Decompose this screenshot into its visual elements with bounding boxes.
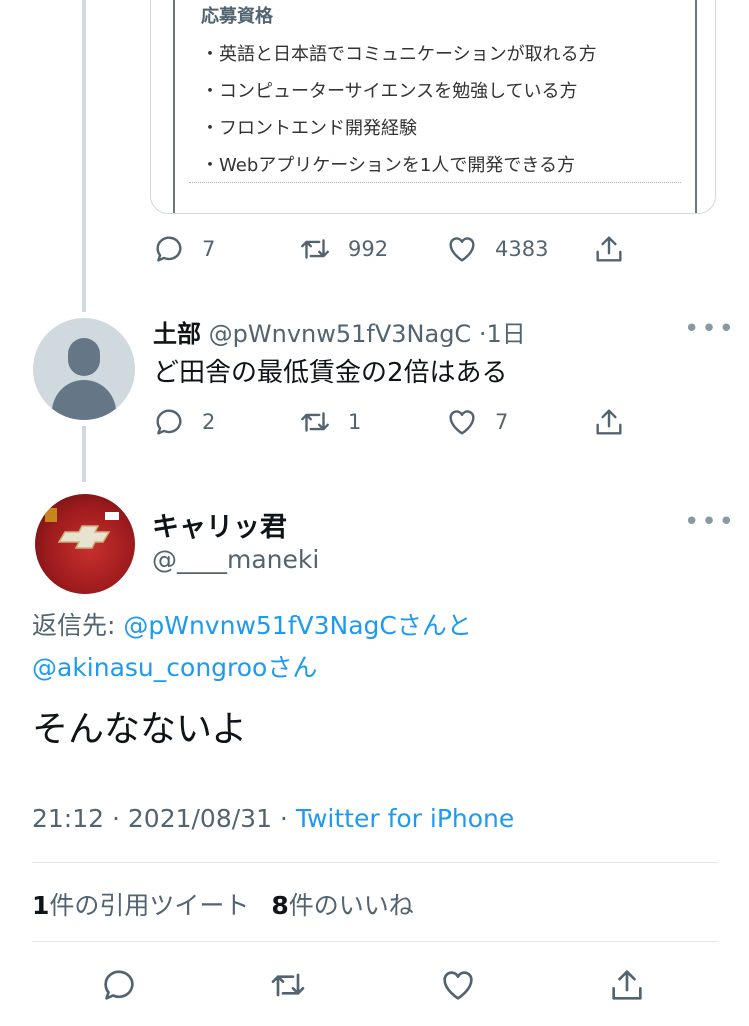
card-heading: 応募資格 (201, 6, 273, 27)
timestamp[interactable]: 21:12 · 2021/08/31 · (32, 804, 296, 833)
like-button[interactable]: 4383 (445, 232, 548, 266)
like-button[interactable] (438, 965, 478, 1009)
tweet-text: そんなないよ (32, 709, 248, 750)
retweet-button[interactable]: 1 (298, 405, 361, 439)
card-line: ・コンピューターサイエンスを勉強している方 (201, 81, 578, 102)
replying-to: 返信先: @pWnvnw51fV3NagCさんと (32, 606, 472, 642)
replying-to-label: 返信先: (32, 611, 124, 640)
like-button[interactable]: 7 (445, 405, 508, 439)
more-icon[interactable]: ••• (684, 314, 736, 344)
like-count: 8 (271, 891, 289, 920)
reply-icon (156, 236, 182, 262)
handle[interactable]: @pWnvnw51fV3NagC (209, 320, 472, 348)
mention-suffix: さんと (396, 611, 472, 640)
replying-to-line2: @akinasu_congrooさん (32, 648, 317, 684)
divider (32, 862, 718, 863)
card-line: ・英語と日本語でコミュニケーションが取れる方 (201, 44, 597, 65)
retweet-button[interactable] (268, 965, 308, 1009)
reply-count: 7 (202, 237, 216, 261)
more-icon[interactable]: ••• (684, 507, 736, 537)
display-name[interactable]: 土部 (153, 320, 201, 348)
like-icon (449, 237, 475, 262)
reply-button[interactable]: 7 (152, 232, 215, 266)
retweet-icon (301, 239, 329, 259)
mention-link[interactable]: @pWnvnw51fV3NagC (123, 611, 397, 640)
retweet-count: 992 (348, 237, 389, 261)
retweet-button[interactable]: 992 (298, 232, 388, 266)
likes-stat[interactable]: 8件のいいね (271, 891, 413, 920)
job-description-image: 応募資格 ・英語と日本語でコミュニケーションが取れる方 ・コンピューターサイエン… (173, 0, 697, 213)
engagement-stats: 1件の引用ツイート 8件のいいね (32, 886, 414, 922)
quote-label: 件の引用ツイート (49, 891, 250, 920)
timestamp[interactable]: ·1日 (479, 320, 526, 348)
like-icon (449, 410, 475, 435)
like-icon (443, 971, 473, 1000)
mention-suffix: さん (267, 653, 318, 682)
share-icon (596, 409, 622, 435)
tweet-meta: 21:12 · 2021/08/31 · Twitter for iPhone (32, 804, 514, 833)
tweet-text: ど田舎の最低賃金の2倍はある (153, 358, 508, 388)
reply-button[interactable] (99, 965, 139, 1009)
like-count: 4383 (495, 237, 549, 261)
retweet-icon (271, 973, 305, 997)
retweet-icon (301, 412, 329, 432)
mention-link[interactable]: @akinasu_congroo (32, 653, 267, 682)
quoted-tweet-card[interactable]: 応募資格 ・英語と日本語でコミュニケーションが取れる方 ・コンピューターサイエン… (150, 0, 716, 214)
handle[interactable]: @____maneki (152, 545, 319, 574)
thread-line-middle (82, 426, 86, 482)
share-button[interactable] (607, 965, 647, 1009)
quote-count: 1 (32, 891, 50, 920)
reply-count: 2 (202, 410, 216, 434)
avatar[interactable] (35, 494, 135, 594)
reply-button[interactable]: 2 (152, 405, 215, 439)
jersey-emblem-icon (45, 508, 119, 549)
quote-tweets-stat[interactable]: 1件の引用ツイート (32, 891, 249, 920)
like-count: 7 (495, 410, 509, 434)
source-link[interactable]: Twitter for iPhone (296, 804, 514, 833)
share-button[interactable] (592, 405, 642, 439)
share-button[interactable] (592, 232, 642, 266)
reply-header: 土部 @pWnvnw51fV3NagC ·1日 (153, 314, 526, 349)
retweet-count: 1 (348, 410, 362, 434)
like-label: 件のいいね (288, 891, 414, 920)
display-name[interactable]: キャリッ君 (152, 505, 287, 544)
reply-icon (156, 409, 182, 435)
reply-icon (104, 970, 134, 1000)
avatar[interactable] (33, 318, 135, 420)
thread-line-top (82, 0, 86, 312)
divider (32, 941, 718, 942)
share-icon (612, 970, 642, 1000)
card-line: ・フロントエンド開発経験 (201, 118, 417, 139)
card-line: ・Webアプリケーションを1人で開発できる方 (201, 155, 575, 176)
card-divider (189, 182, 681, 183)
share-icon (596, 236, 622, 262)
